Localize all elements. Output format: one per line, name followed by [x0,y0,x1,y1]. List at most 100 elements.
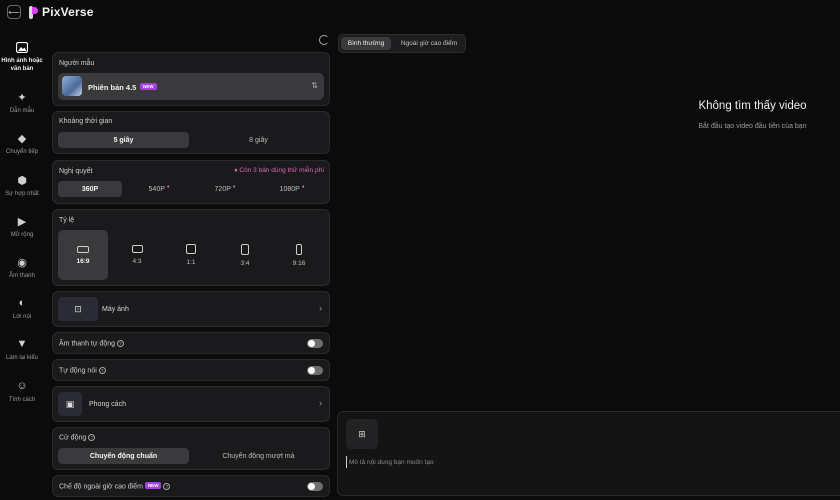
sidebar-item-image-text[interactable]: Hình ảnh hoặc văn bản [0,40,44,73]
resolution-option-360p[interactable]: 360P [58,181,122,197]
new-badge: NEW [144,482,162,490]
resolution-label: 540P [148,185,165,193]
restyle-icon: ▼ [16,338,28,350]
mode-tabs: Bình thường Ngoài giờ cao điểm [338,34,466,53]
duration-option-8s[interactable]: 8 giây [193,132,324,148]
sound-icon: ◉ [17,256,27,269]
trial-note-text: Còn 3 bản dùng thử miễn phí [239,167,324,174]
ratio-label: 4:3 [132,258,142,265]
offpeak-toggle[interactable] [307,482,323,491]
character-icon: ☺ [16,380,28,392]
add-image-icon: ⊞ [358,428,366,439]
ratio-option-9-16[interactable]: 9:16 [274,230,324,280]
ratio-label: 3:4 [240,259,250,267]
ratio-3-4-icon [241,243,249,255]
camera-thumbnail: ⊡ [58,297,98,321]
ratio-panel: Tỷ lệ 16:9 4:3 1:1 3:4 9:16 [52,209,330,286]
sidebar-item-transition[interactable]: ◆ Chuyển tiếp [0,131,44,156]
auto-sound-label: Âm thanh tự động? [59,340,125,348]
ratio-16-9-icon [77,245,89,253]
offpeak-label: Chế độ ngoài giờ cao điểm NEW? [59,482,171,491]
resolution-panel: Nghị quyết ♦ Còn 3 bản dùng thử miễn phí… [52,160,330,204]
resolution-label: 720P [214,185,231,193]
trial-note: ♦ Còn 3 bản dùng thử miễn phí [234,167,324,174]
model-panel: Người mẫu Phiên bản 4.5 NEW ⇅ [52,52,330,106]
ratio-option-3-4[interactable]: 3:4 [220,230,270,280]
sidebar-item-label: Sự hợp nhất [5,191,39,197]
model-selector[interactable]: Phiên bản 4.5 NEW ⇅ [58,73,324,100]
motion-option-standard[interactable]: Chuyển động chuẩn [58,448,189,464]
help-icon[interactable]: ? [117,340,125,347]
swap-icon: ⇅ [311,81,318,90]
chevron-right-icon: › [319,398,322,408]
ratio-label: 1:1 [186,259,196,266]
gem-icon: ♦ [301,184,305,190]
auto-speech-text: Tự động nói [59,367,97,375]
pixverse-logo-icon [29,5,38,19]
sidebar-item-restyle[interactable]: ▼ Làm lại kiểu [0,337,44,362]
ratio-option-1-1[interactable]: 1:1 [166,230,216,280]
duration-option-5s[interactable]: 5 giây [58,132,189,148]
motion-title-text: Cử động [59,434,87,442]
sidebar-item-sound[interactable]: ◉ Âm thanh [0,255,44,280]
sidebar-item-label: Hình ảnh hoặc văn bản [1,58,43,72]
logo[interactable]: PixVerse [29,5,94,19]
resolution-title: Nghị quyết [59,168,93,175]
motion-panel: Cử động? Chuyển động chuẩn Chuyển động m… [52,427,330,470]
tab-offpeak[interactable]: Ngoài giờ cao điểm [394,37,464,50]
prompt-box: ⊞ [337,411,840,496]
fusion-icon: ⬢ [17,174,27,187]
transition-icon: ◆ [17,132,27,145]
ratio-9-16-icon [296,243,302,255]
auto-sound-toggle[interactable] [307,339,323,348]
sidebar-item-extend[interactable]: ▶ Mở rộng [0,214,44,239]
auto-sound-text: Âm thanh tự động [59,340,116,348]
refresh-icon[interactable] [319,35,329,45]
style-thumbnail: ▣ [58,392,82,416]
offpeak-text: Chế độ ngoài giờ cao điểm [59,483,143,491]
sidebar-item-label: Âm thanh [9,273,35,279]
help-icon[interactable]: ? [163,483,171,490]
extend-icon: ▶ [17,215,27,228]
new-badge: NEW [140,83,157,90]
resolution-option-540p[interactable]: 540P ♦ [127,181,191,197]
sidebar-item-label: Mở rộng [10,232,34,238]
sidebar-item-character[interactable]: ☺ Tính cách [0,379,44,404]
sidebar-item-label: Lời nói [12,314,32,320]
back-button[interactable]: ⟵ [7,5,21,19]
sidebar-item-label: Làm lại kiểu [5,355,38,361]
model-thumbnail [62,76,82,96]
top-bar: ⟵ PixVerse [0,0,840,25]
sidebar-item-label: Chuyển tiếp [5,149,39,155]
ratio-option-16-9[interactable]: 16:9 [58,230,108,280]
camera-focus-icon: ⊡ [74,303,82,314]
ratio-title: Tỷ lệ [59,217,75,224]
resolution-option-720p[interactable]: 720P ♦ [193,181,257,197]
lips-icon: ◐ [18,297,26,309]
duration-panel: Khoảng thời gian 5 giây 8 giây [52,111,330,154]
resolution-option-1080p[interactable]: 1080P ♦ [260,181,324,197]
prompt-input[interactable] [346,456,826,468]
sidebar-item-speech[interactable]: ◐ Lời nói [0,296,44,321]
resolution-label: 360P [81,185,99,193]
tab-normal[interactable]: Bình thường [341,37,391,50]
ratio-option-4-3[interactable]: 4:3 [112,230,162,280]
help-icon[interactable]: ? [88,434,96,441]
app-name: PixVerse [42,5,94,19]
add-image-button[interactable]: ⊞ [346,419,378,449]
camera-row[interactable]: ⊡ Máy ảnh › [52,291,330,327]
empty-state-title: Không tìm thấy video [698,100,807,112]
sidebar-item-template[interactable]: ✦ Dẫn mẫu [0,90,44,115]
help-icon[interactable]: ? [98,367,106,374]
ratio-4-3-icon [131,245,143,253]
sidebar-item-fusion[interactable]: ⬢ Sự hợp nhất [0,173,44,198]
image-text-icon [15,40,29,54]
resolution-label: 1080P [279,185,300,193]
motion-option-smooth[interactable]: Chuyển động mượt mà [193,448,324,464]
ratio-label: 9:16 [292,259,306,267]
style-row[interactable]: ▣ Phong cách › [52,386,330,422]
empty-state-subtitle: Bắt đầu tạo video đầu tiên của bạn [698,123,807,130]
ratio-1-1-icon [186,244,196,254]
auto-speech-toggle[interactable] [307,366,323,375]
gem-icon: ♦ [232,184,236,190]
